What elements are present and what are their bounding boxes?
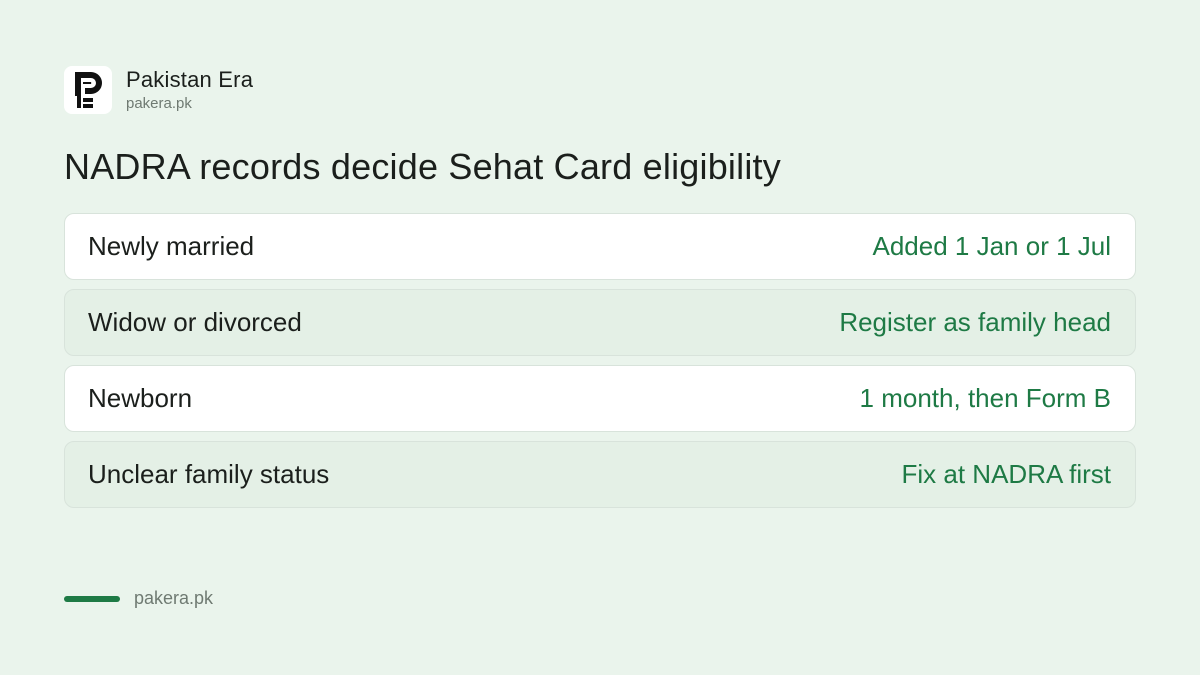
row-label: Newborn [88,383,193,413]
list-item: Unclear family status Fix at NADRA first [64,441,1136,508]
row-label: Newly married [88,231,255,261]
row-value: Register as family head [839,307,1111,337]
footer-url: pakera.pk [134,588,214,608]
list-item: Widow or divorced Register as family hea… [64,289,1136,356]
list-item: Newly married Added 1 Jan or 1 Jul [64,213,1136,280]
list-item: Newborn 1 month, then Form B [64,365,1136,432]
brand-name: Pakistan Era [126,66,254,92]
brand-url: pakera.pk [126,94,192,112]
brand-header: Pakistan Era pakera.pk [64,66,253,114]
row-value: 1 month, then Form B [859,383,1111,413]
logo-mark [75,72,102,108]
footer: pakera.pk [64,588,213,609]
eligibility-list: Newly married Added 1 Jan or 1 Jul Widow… [64,213,1136,517]
row-label: Widow or divorced [88,307,302,337]
pakistan-era-logo-icon [64,66,112,114]
brand-text: Pakistan Era pakera.pk [126,67,253,114]
row-label: Unclear family status [88,459,330,489]
row-value: Added 1 Jan or 1 Jul [872,231,1112,261]
row-value: Fix at NADRA first [901,459,1111,489]
page-title: NADRA records decide Sehat Card eligibil… [64,146,781,187]
footer-accent-bar [64,595,120,602]
